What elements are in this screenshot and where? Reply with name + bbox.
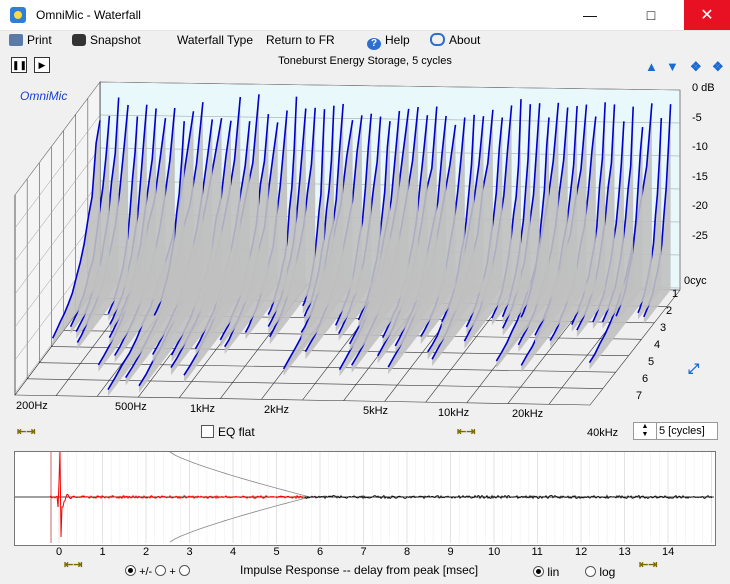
ir-tick-label: 1 xyxy=(99,546,106,558)
freq-tick-label: 200Hz xyxy=(16,400,48,412)
cycle-tick-label: 6 xyxy=(642,373,649,385)
lin-radio[interactable] xyxy=(533,566,544,577)
cycle-tick-label: 1 xyxy=(672,288,679,300)
db-tick-label: -5 xyxy=(692,111,702,124)
freq-tick-label: 500Hz xyxy=(115,401,147,413)
ir-tick-label: 0 xyxy=(56,546,63,558)
cycle-tick-label: 2 xyxy=(666,305,673,317)
cycle-tick-label: 5 xyxy=(648,356,655,368)
positive-radio[interactable] xyxy=(155,565,167,576)
ir-shift-left-icon[interactable]: ⇤⇥ xyxy=(64,558,82,571)
ir-tick-label: 2 xyxy=(143,546,150,558)
negative-radio[interactable] xyxy=(178,565,190,576)
cycles-field[interactable]: 5 [cycles] xyxy=(656,422,718,440)
freq-tick-label: 1kHz xyxy=(190,403,216,415)
freq-tick-label: 40kHz xyxy=(587,427,619,439)
eq-flat-checkbox[interactable]: EQ flat xyxy=(201,425,255,439)
freq-tick-label: 5kHz xyxy=(363,405,389,417)
impulse-caption: Impulse Response -- delay from peak [mse… xyxy=(240,563,479,577)
db-tick-label: -25 xyxy=(692,229,708,242)
freq-tick-label: 2kHz xyxy=(264,404,290,416)
cycles-spinner[interactable]: ▲ ▼ xyxy=(633,422,657,440)
ir-tick-label: 7 xyxy=(360,546,367,558)
freq-shift-right-icon[interactable]: ⇤⇥ xyxy=(457,425,475,438)
ir-tick-label: 14 xyxy=(662,546,675,558)
cycle-zero-label: 0cyc xyxy=(684,275,707,287)
freq-tick-label: 10kHz xyxy=(438,407,470,419)
ir-tick-label: 9 xyxy=(447,546,454,558)
waterfall-plot xyxy=(14,81,681,406)
freq-shift-left-icon[interactable]: ⇤⇥ xyxy=(17,425,35,438)
polarity-options[interactable]: +/- + xyxy=(125,565,190,578)
ir-tick-label: 6 xyxy=(317,546,324,558)
db-tick-label: -15 xyxy=(692,170,708,183)
ir-tick-label: 13 xyxy=(618,546,631,558)
polarity-radio[interactable] xyxy=(125,565,136,576)
cycle-tick-label: 3 xyxy=(660,322,667,334)
log-radio[interactable] xyxy=(585,566,596,577)
db-tick-label: -10 xyxy=(692,141,708,153)
ir-tick-label: 11 xyxy=(531,546,543,558)
brand-label: OmniMic xyxy=(20,89,68,103)
cycle-tick-label: 7 xyxy=(636,390,643,402)
resize-diagonal-icon[interactable]: ⤢ xyxy=(688,360,699,377)
ir-tick-label: 4 xyxy=(230,546,237,558)
floor-gridline xyxy=(14,394,591,406)
checkbox-box[interactable] xyxy=(201,425,214,438)
ir-tick-label: 12 xyxy=(575,546,588,558)
freq-tick-label: 20kHz xyxy=(512,408,544,420)
ir-tick-label: 3 xyxy=(186,546,193,558)
lin-option[interactable]: lin xyxy=(533,565,559,579)
ir-tick-label: 10 xyxy=(488,546,501,558)
db-tick-label: 0 dB xyxy=(692,82,715,94)
ir-tick-label: 5 xyxy=(273,546,280,558)
cycle-tick-label: 4 xyxy=(654,339,661,351)
impulse-response-panel[interactable] xyxy=(14,451,716,546)
log-option[interactable]: log xyxy=(585,565,615,579)
db-tick-label: -20 xyxy=(692,200,708,212)
ir-shift-right-icon[interactable]: ⇤⇥ xyxy=(639,558,657,571)
ir-tick-label: 8 xyxy=(404,546,411,558)
